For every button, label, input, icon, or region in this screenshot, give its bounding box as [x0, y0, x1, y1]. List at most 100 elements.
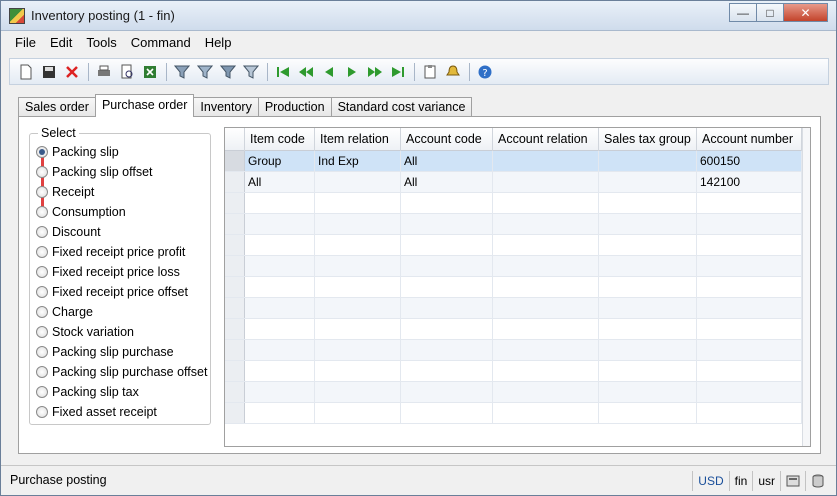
table-cell[interactable] — [245, 382, 315, 402]
table-cell[interactable]: All — [401, 151, 493, 171]
row-selector[interactable] — [225, 319, 245, 339]
table-cell[interactable] — [401, 319, 493, 339]
menu-file[interactable]: File — [9, 32, 43, 54]
table-cell[interactable] — [697, 340, 802, 360]
table-cell[interactable] — [245, 298, 315, 318]
session-icon[interactable] — [780, 471, 805, 491]
radio-option[interactable]: Receipt — [36, 182, 207, 202]
row-selector[interactable] — [225, 403, 245, 423]
table-cell[interactable] — [245, 361, 315, 381]
table-cell[interactable] — [599, 193, 697, 213]
radio-option[interactable]: Fixed asset receipt — [36, 402, 207, 422]
save-icon[interactable] — [39, 62, 59, 82]
table-cell[interactable] — [697, 256, 802, 276]
column-header[interactable]: Account code — [401, 128, 493, 151]
table-cell[interactable] — [401, 277, 493, 297]
table-row[interactable]: All All 142100 — [225, 172, 810, 193]
row-selector[interactable] — [225, 214, 245, 234]
previous-page-icon[interactable] — [296, 62, 316, 82]
table-cell[interactable]: Ind Exp — [315, 151, 401, 171]
radio-button[interactable] — [36, 326, 48, 338]
close-button[interactable]: ✕ — [783, 3, 828, 22]
table-cell[interactable] — [697, 361, 802, 381]
table-row[interactable] — [225, 319, 810, 340]
radio-option[interactable]: Discount — [36, 222, 207, 242]
table-cell[interactable] — [493, 340, 599, 360]
row-selector[interactable] — [225, 193, 245, 213]
table-cell[interactable] — [599, 319, 697, 339]
table-cell[interactable] — [599, 256, 697, 276]
table-cell[interactable] — [245, 256, 315, 276]
table-cell[interactable] — [493, 235, 599, 255]
table-cell[interactable] — [697, 382, 802, 402]
table-cell[interactable] — [245, 319, 315, 339]
table-cell[interactable] — [493, 382, 599, 402]
tab-purchase-order[interactable]: Purchase order — [94, 94, 195, 117]
column-header[interactable]: Item code — [245, 128, 315, 151]
help-icon[interactable]: ? — [475, 62, 495, 82]
table-cell[interactable] — [493, 361, 599, 381]
radio-option[interactable]: Packing slip — [36, 142, 207, 162]
print-icon[interactable] — [94, 62, 114, 82]
table-cell[interactable] — [315, 277, 401, 297]
remove-filter-icon[interactable] — [241, 62, 261, 82]
radio-option[interactable]: Consumption — [36, 202, 207, 222]
table-cell[interactable] — [493, 319, 599, 339]
radio-option[interactable]: Stock variation — [36, 322, 207, 342]
table-cell[interactable] — [315, 214, 401, 234]
table-cell[interactable] — [697, 235, 802, 255]
table-cell[interactable] — [401, 382, 493, 402]
radio-option[interactable]: Fixed receipt price profit — [36, 242, 207, 262]
table-row[interactable] — [225, 361, 810, 382]
row-selector[interactable] — [225, 256, 245, 276]
currency-field[interactable]: USD — [692, 471, 728, 491]
table-cell[interactable] — [245, 193, 315, 213]
row-selector[interactable] — [225, 340, 245, 360]
row-selector[interactable] — [225, 361, 245, 381]
tab-standard-cost-variance[interactable]: Standard cost variance — [330, 97, 473, 117]
tab-sales-order[interactable]: Sales order — [18, 97, 96, 117]
table-cell[interactable] — [315, 403, 401, 423]
table-cell[interactable] — [599, 298, 697, 318]
radio-option[interactable]: Fixed receipt price loss — [36, 262, 207, 282]
table-cell[interactable] — [599, 277, 697, 297]
table-cell[interactable] — [697, 298, 802, 318]
table-cell[interactable] — [245, 403, 315, 423]
column-header[interactable]: Account number — [697, 128, 802, 151]
export-excel-icon[interactable] — [140, 62, 160, 82]
table-cell[interactable]: All — [401, 172, 493, 192]
filter-by-selection-icon[interactable] — [172, 62, 192, 82]
table-cell[interactable] — [697, 193, 802, 213]
radio-option[interactable]: Packing slip purchase — [36, 342, 207, 362]
table-cell[interactable] — [315, 172, 401, 192]
table-row[interactable] — [225, 298, 810, 319]
radio-button[interactable] — [36, 206, 48, 218]
table-cell[interactable] — [493, 298, 599, 318]
radio-button[interactable] — [36, 346, 48, 358]
table-cell[interactable] — [245, 340, 315, 360]
tab-production[interactable]: Production — [257, 97, 332, 117]
last-record-icon[interactable] — [388, 62, 408, 82]
table-cell[interactable] — [599, 214, 697, 234]
company-field[interactable]: fin — [728, 471, 753, 491]
table-cell[interactable] — [493, 193, 599, 213]
table-cell[interactable] — [599, 382, 697, 402]
menu-help[interactable]: Help — [198, 32, 239, 54]
table-cell[interactable] — [401, 340, 493, 360]
radio-button[interactable] — [36, 166, 48, 178]
radio-option[interactable]: Packing slip purchase offset — [36, 362, 207, 382]
radio-button[interactable] — [36, 246, 48, 258]
radio-option[interactable]: Packing slip tax — [36, 382, 207, 402]
table-cell[interactable] — [315, 193, 401, 213]
table-cell[interactable] — [401, 298, 493, 318]
radio-button[interactable] — [36, 386, 48, 398]
table-cell[interactable] — [401, 235, 493, 255]
table-cell[interactable] — [493, 151, 599, 171]
table-cell[interactable] — [245, 214, 315, 234]
menu-command[interactable]: Command — [124, 32, 198, 54]
row-selector[interactable] — [225, 382, 245, 402]
table-cell[interactable] — [245, 235, 315, 255]
table-row[interactable] — [225, 340, 810, 361]
table-cell[interactable] — [493, 214, 599, 234]
table-cell[interactable] — [697, 214, 802, 234]
